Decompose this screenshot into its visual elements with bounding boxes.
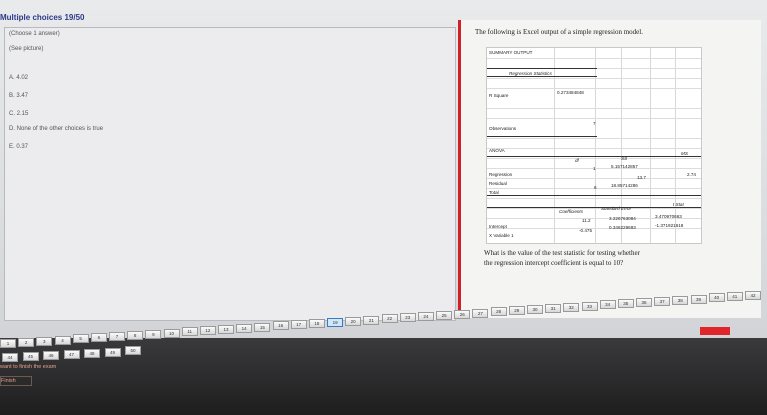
question-nav-button-9[interactable]: 9 xyxy=(145,329,162,339)
question-nav-button-27[interactable]: 27 xyxy=(472,308,489,318)
question-nav-button-19[interactable]: 19 xyxy=(327,317,344,327)
observations-label: Observations xyxy=(489,126,517,131)
anova-header-ss: SS xyxy=(621,156,628,161)
question-nav-button-24[interactable]: 24 xyxy=(417,312,434,322)
page-title: Multiple choices 19/50 xyxy=(0,13,85,22)
question-nav-button-49[interactable]: 49 xyxy=(104,347,121,357)
question-nav-button-4[interactable]: 4 xyxy=(54,335,71,345)
x-variable-se: 0.346229693 xyxy=(609,225,636,230)
intercept-t: 3.470970663 xyxy=(655,214,682,219)
observations-value: 7 xyxy=(593,121,596,126)
instruction-text: (Choose 1 answer) xyxy=(9,31,60,37)
regression-df: 1 xyxy=(593,166,596,171)
question-nav-button-6[interactable]: 6 xyxy=(90,333,107,343)
question-prompt-line2: the regression intercept coefficient is … xyxy=(484,259,624,267)
question-prompt-line1: What is the value of the test statistic … xyxy=(484,249,640,257)
question-nav-button-40[interactable]: 40 xyxy=(708,293,725,303)
coef-header-t-stat: t Stat xyxy=(673,202,684,207)
coef-header-coefficients: Coefficients xyxy=(559,209,584,214)
question-nav-button-8[interactable]: 8 xyxy=(127,330,144,340)
question-nav-button-33[interactable]: 33 xyxy=(581,301,598,311)
excel-output-image: SUMMARY OUTPUT Regression Statistics R S… xyxy=(486,47,702,244)
question-nav-button-35[interactable]: 35 xyxy=(617,299,634,309)
summary-output-title: SUMMARY OUTPUT xyxy=(489,50,533,55)
intercept-se: 3.226763084 xyxy=(609,216,636,221)
question-nav-button-21[interactable]: 21 xyxy=(363,315,380,325)
question-nav-button-38[interactable]: 38 xyxy=(672,295,689,305)
question-nav-button-25[interactable]: 25 xyxy=(436,310,453,320)
question-nav-button-11[interactable]: 11 xyxy=(181,327,198,337)
question-nav-button-17[interactable]: 17 xyxy=(290,320,307,330)
regression-statistics-title: Regression Statistics xyxy=(509,71,552,76)
question-nav-button-14[interactable]: 14 xyxy=(236,323,253,333)
question-nav-button-28[interactable]: 28 xyxy=(490,307,507,317)
question-nav-button-34[interactable]: 34 xyxy=(599,300,616,310)
question-nav-button-5[interactable]: 5 xyxy=(72,334,89,344)
question-nav-button-46[interactable]: 46 xyxy=(43,350,59,360)
question-nav-button-48[interactable]: 48 xyxy=(84,348,100,358)
choice-b[interactable]: B. 3.47 xyxy=(9,93,28,99)
question-nav-button-37[interactable]: 37 xyxy=(654,296,671,306)
question-nav-button-10[interactable]: 10 xyxy=(163,328,180,338)
anova-header-ms: MS xyxy=(681,151,688,156)
choice-d[interactable]: D. None of the other choices is true xyxy=(9,126,103,132)
finish-button[interactable]: Finish xyxy=(0,376,32,386)
question-nav-button-1[interactable]: 1 xyxy=(0,339,16,348)
question-nav-button-15[interactable]: 15 xyxy=(254,322,271,332)
question-nav-button-31[interactable]: 31 xyxy=(545,303,562,313)
total-label: Total xyxy=(489,190,499,195)
question-nav-button-47[interactable]: 47 xyxy=(63,349,80,359)
question-nav-button-12[interactable]: 12 xyxy=(199,326,216,336)
question-navigator xyxy=(0,285,767,339)
anova-title: ANOVA xyxy=(489,148,505,153)
residual-label: Residual xyxy=(489,181,507,186)
question-nav-button-42[interactable]: 42 xyxy=(745,291,761,300)
question-nav-button-39[interactable]: 39 xyxy=(690,294,707,304)
see-picture-text: (See picture) xyxy=(9,46,44,52)
question-nav-button-23[interactable]: 23 xyxy=(399,313,416,323)
question-nav-button-20[interactable]: 20 xyxy=(345,316,362,326)
question-nav-button-50[interactable]: 50 xyxy=(125,346,141,356)
choice-c[interactable]: C. 2.15 xyxy=(9,111,28,117)
question-nav-button-26[interactable]: 26 xyxy=(454,309,471,319)
question-nav-button-7[interactable]: 7 xyxy=(109,332,125,341)
choice-a[interactable]: A. 4.02 xyxy=(9,75,28,81)
choice-e[interactable]: E. 0.37 xyxy=(9,144,28,150)
intercept-coef: 11.2 xyxy=(582,218,591,223)
intercept-label: Intercept xyxy=(489,224,507,229)
question-intro: The following is Excel output of a simpl… xyxy=(475,28,643,36)
r-square-label: R Square xyxy=(489,93,509,98)
question-nav-button-41[interactable]: 41 xyxy=(726,292,743,302)
x-variable-coef: -0.475 xyxy=(579,228,593,233)
submit-button[interactable] xyxy=(700,327,730,335)
question-nav-button-16[interactable]: 16 xyxy=(272,321,289,331)
question-nav-button-44[interactable]: 44 xyxy=(2,353,18,362)
question-nav-button-3[interactable]: 3 xyxy=(36,336,53,346)
residual-ms: 2.74 xyxy=(687,172,696,177)
question-nav-button-45[interactable]: 45 xyxy=(22,351,39,361)
question-nav-button-18[interactable]: 18 xyxy=(308,319,325,329)
question-nav-button-29[interactable]: 29 xyxy=(508,306,525,316)
finish-hint-text: want to finish the exam xyxy=(0,364,57,370)
regression-label: Regression xyxy=(489,172,513,177)
residual-ss: 13.7 xyxy=(637,175,646,180)
anova-header-df: df xyxy=(575,158,579,163)
answer-panel: (Choose 1 answer) (See picture) A. 4.02 … xyxy=(4,27,456,321)
total-ss: 18.85714286 xyxy=(611,183,638,188)
r-square-value: 0.273484848 xyxy=(557,90,584,95)
question-nav-button-22[interactable]: 22 xyxy=(381,314,398,324)
regression-ss: 5.157142857 xyxy=(611,164,638,169)
total-df: 6 xyxy=(594,185,597,190)
question-nav-button-2[interactable]: 2 xyxy=(18,337,35,347)
x-variable-label: X Variable 1 xyxy=(489,233,514,238)
question-nav-button-30[interactable]: 30 xyxy=(527,305,543,314)
x-variable-t: -1.371921618 xyxy=(655,223,684,228)
question-nav-button-13[interactable]: 13 xyxy=(218,325,234,334)
question-nav-button-32[interactable]: 32 xyxy=(563,302,580,312)
coef-header-standard-error: Standard Error xyxy=(601,206,632,211)
question-nav-button-36[interactable]: 36 xyxy=(636,298,652,307)
